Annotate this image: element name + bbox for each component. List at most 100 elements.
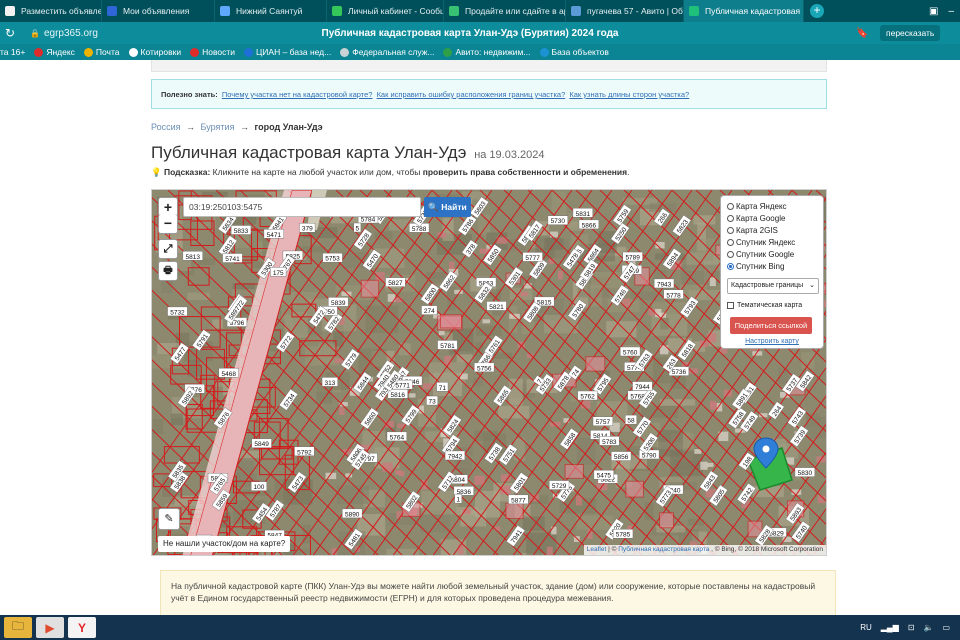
- reload-icon[interactable]: ↻: [0, 26, 20, 40]
- retell-button[interactable]: пересказать: [880, 25, 941, 41]
- parcel-label[interactable]: 71: [436, 382, 449, 392]
- parcel-label[interactable]: 5792: [294, 446, 315, 457]
- parcel-label[interactable]: 5764: [386, 431, 407, 442]
- layer-radio[interactable]: [727, 202, 734, 210]
- parcel-label[interactable]: 5778: [663, 289, 684, 300]
- bookmark-icon[interactable]: 🔖: [856, 28, 868, 39]
- useful-link-fix-border[interactable]: Как исправить ошибку расположения границ…: [377, 90, 566, 99]
- bookmark-item[interactable]: та 16+: [0, 47, 25, 57]
- parcel-label[interactable]: 7942: [444, 450, 466, 461]
- layer-radio[interactable]: [727, 226, 734, 234]
- layer-option[interactable]: Карта Яндекс: [727, 200, 823, 212]
- breadcrumb-russia[interactable]: Россия: [151, 122, 181, 132]
- breadcrumb-buryatia[interactable]: Бурятия: [201, 122, 235, 132]
- search-button[interactable]: 🔍 Найти: [424, 197, 471, 217]
- parcel-label[interactable]: 5831: [572, 208, 593, 218]
- draw-tool-icon[interactable]: ✎: [158, 508, 180, 530]
- bookmark-item[interactable]: Авито: недвижим...: [443, 47, 531, 57]
- layer-radio[interactable]: [727, 214, 734, 222]
- layer-option[interactable]: Спутник Bing: [727, 260, 823, 272]
- bookmark-item[interactable]: Новости: [190, 47, 235, 57]
- parcel-label[interactable]: 5833: [230, 225, 252, 236]
- parcel-label[interactable]: 5789: [622, 251, 643, 262]
- parcel-label[interactable]: 5760: [620, 346, 641, 357]
- overlay-select[interactable]: Кадастровые границы ⌄: [727, 278, 819, 294]
- media-player-icon[interactable]: ▶: [36, 617, 64, 638]
- network-icon[interactable]: ⊡: [908, 623, 915, 632]
- browser-tab[interactable]: Публичная кадастровая✕: [684, 0, 804, 22]
- parcel-label[interactable]: 274: [421, 305, 438, 316]
- layer-radio[interactable]: [727, 238, 734, 246]
- parcel-label[interactable]: 175: [270, 267, 287, 277]
- useful-link-side-lengths[interactable]: Как узнать длины сторон участка?: [569, 90, 689, 99]
- bookmark-item[interactable]: Котировки: [128, 47, 181, 57]
- volume-icon[interactable]: 🔈: [923, 623, 933, 632]
- cadastral-map[interactable]: 5879587858775876587558665865586458635862…: [151, 189, 827, 556]
- parcel-label[interactable]: 5821: [486, 301, 507, 311]
- url-domain[interactable]: egrp365.org: [44, 28, 98, 39]
- parcel-label[interactable]: 7944: [632, 381, 653, 392]
- parcel-label[interactable]: 5813: [182, 251, 203, 261]
- browser-tab[interactable]: Мои объявления: [102, 0, 215, 22]
- parcel-label[interactable]: 5866: [578, 219, 600, 230]
- configure-map-link[interactable]: Настроить карту: [727, 338, 817, 345]
- file-explorer-icon[interactable]: 🗀: [4, 617, 32, 638]
- parcel-label[interactable]: 5785: [612, 529, 634, 539]
- signal-icon[interactable]: ▂▄▆: [881, 623, 899, 632]
- parcel-label[interactable]: 5729: [548, 480, 570, 491]
- parcel-label[interactable]: 5732: [167, 306, 188, 317]
- zoom-out-button[interactable]: −: [158, 214, 178, 234]
- parcel-label[interactable]: 73: [426, 395, 439, 406]
- parcel-label[interactable]: 5781: [437, 340, 458, 350]
- parcel-label[interactable]: 5777: [522, 252, 543, 262]
- browser-tab[interactable]: Нижний Саянтуй: [215, 0, 327, 22]
- layer-radio[interactable]: [727, 262, 734, 270]
- cadastral-search-input[interactable]: 03:19:250103:5475: [183, 197, 421, 217]
- parcel-label[interactable]: 5475: [593, 470, 614, 480]
- parcel-label[interactable]: 5757: [592, 416, 614, 427]
- parcel-label[interactable]: 5753: [322, 252, 343, 263]
- pkk-link[interactable]: Публичная кадастровая карта: [618, 546, 709, 553]
- bookmark-item[interactable]: Яндекс: [34, 47, 75, 57]
- parcel-label[interactable]: 7943: [653, 278, 675, 289]
- parcel-label[interactable]: 58: [625, 414, 637, 425]
- close-tab-icon[interactable]: ✕: [800, 6, 803, 17]
- parcel-label[interactable]: 5827: [385, 277, 406, 288]
- lock-icon[interactable]: 🔒: [30, 29, 40, 38]
- browser-tab[interactable]: Разместить объявление о: [0, 0, 102, 22]
- parcel-label[interactable]: 5856: [610, 451, 632, 462]
- language-indicator[interactable]: RU: [860, 623, 872, 632]
- parcel-label[interactable]: 5471: [263, 229, 284, 239]
- parcel-label[interactable]: 5849: [251, 438, 272, 449]
- yandex-browser-icon[interactable]: Y: [68, 617, 96, 638]
- parcel-label[interactable]: 5730: [547, 215, 568, 226]
- parcel-label[interactable]: 5890: [342, 508, 363, 518]
- parcel-label[interactable]: 100: [250, 481, 267, 492]
- parcel-label[interactable]: 5468: [218, 368, 239, 378]
- window-layout-icon[interactable]: ▣: [929, 6, 938, 17]
- share-link-button[interactable]: Поделиться ссылкой: [730, 317, 812, 334]
- layer-option[interactable]: Спутник Яндекс: [727, 236, 823, 248]
- layer-option[interactable]: Карта 2GIS: [727, 224, 823, 236]
- layer-radio[interactable]: [727, 250, 734, 258]
- parcel-label[interactable]: 5783: [599, 436, 620, 446]
- not-found-link[interactable]: Не нашли участок/дом на карте?: [158, 536, 291, 552]
- layer-option[interactable]: Карта Google: [727, 212, 823, 224]
- thematic-checkbox[interactable]: [727, 301, 734, 309]
- page-title-in-address[interactable]: Публичная кадастровая карта Улан-Удэ (Бу…: [260, 28, 680, 39]
- bookmark-item[interactable]: База объектов: [539, 47, 609, 57]
- browser-tab[interactable]: Продайте или сдайте в ар: [444, 0, 566, 22]
- leaflet-link[interactable]: Leaflet: [587, 546, 607, 553]
- notification-icon[interactable]: ▭: [942, 623, 950, 632]
- parcel-label[interactable]: 5762: [577, 390, 598, 401]
- browser-tab[interactable]: Личный кабинет - Сообщ: [327, 0, 444, 22]
- thematic-map-toggle[interactable]: Тематическая карта: [727, 299, 823, 311]
- parcel-label[interactable]: 1: [454, 493, 463, 504]
- bookmark-item[interactable]: ЦИАН – база нед...: [244, 47, 331, 57]
- parcel-label[interactable]: 313: [321, 377, 338, 387]
- parcel-label[interactable]: 379: [299, 223, 316, 233]
- parcel-label[interactable]: 5830: [794, 467, 815, 478]
- parcel-label[interactable]: 5839: [328, 297, 349, 307]
- useful-link-missing-parcel[interactable]: Почему участка нет на кадастровой карте?: [222, 90, 373, 99]
- new-tab-button[interactable]: +: [810, 4, 824, 18]
